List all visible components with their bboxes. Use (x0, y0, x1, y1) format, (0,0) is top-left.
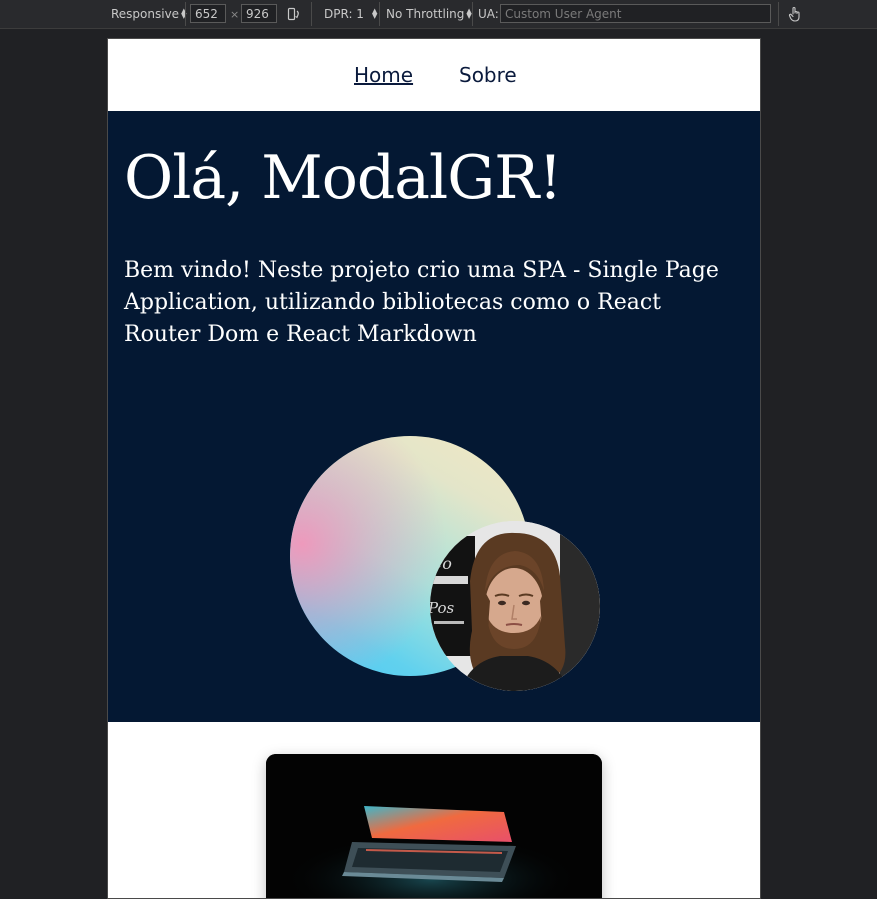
device-rotate-icon[interactable] (287, 0, 301, 28)
devtools-device-toolbar: Responsive ▲ ▼ 652 × 926 DPR: 1 ▲ ▼ No Thr… (0, 0, 877, 29)
device-mode-label: Responsive (111, 7, 180, 21)
throttling-label: No Throttling (386, 7, 465, 21)
nav-link-sobre[interactable]: Sobre (459, 63, 517, 87)
viewport-width-input[interactable]: 652 (190, 4, 226, 23)
laptop-image-card[interactable] (266, 754, 602, 898)
throttling-select[interactable]: No Throttling ▲ ▼ (386, 0, 472, 28)
updown-icon: ▲ ▼ (371, 7, 378, 20)
device-mode-select[interactable]: Responsive ▲ ▼ (111, 0, 186, 28)
emulated-viewport: Home Sobre Olá, ModalGR! Bem vindo! Nest… (107, 38, 761, 899)
dpr-label: DPR: 1 (324, 7, 364, 21)
profile-photo: Co Pos (430, 521, 600, 691)
hero-description: Bem vindo! Neste projeto crio uma SPA - … (124, 258, 719, 347)
nav-link-home[interactable]: Home (354, 63, 413, 87)
hero-section: Olá, ModalGR! Bem vindo! Neste projeto c… (108, 111, 760, 722)
hero-title: Olá, ModalGR! (124, 143, 562, 213)
dimension-separator: × (230, 7, 240, 21)
touch-hand-icon[interactable] (788, 0, 802, 28)
dpr-select[interactable]: DPR: 1 ▲ ▼ (324, 0, 377, 28)
ua-label: UA: (478, 7, 499, 21)
viewport-height-input[interactable]: 926 (241, 4, 277, 23)
svg-text:Pos: Pos (430, 599, 455, 617)
top-navigation: Home Sobre (108, 39, 760, 111)
user-agent-input[interactable]: Custom User Agent (500, 4, 771, 23)
updown-icon: ▲ ▼ (466, 7, 472, 20)
